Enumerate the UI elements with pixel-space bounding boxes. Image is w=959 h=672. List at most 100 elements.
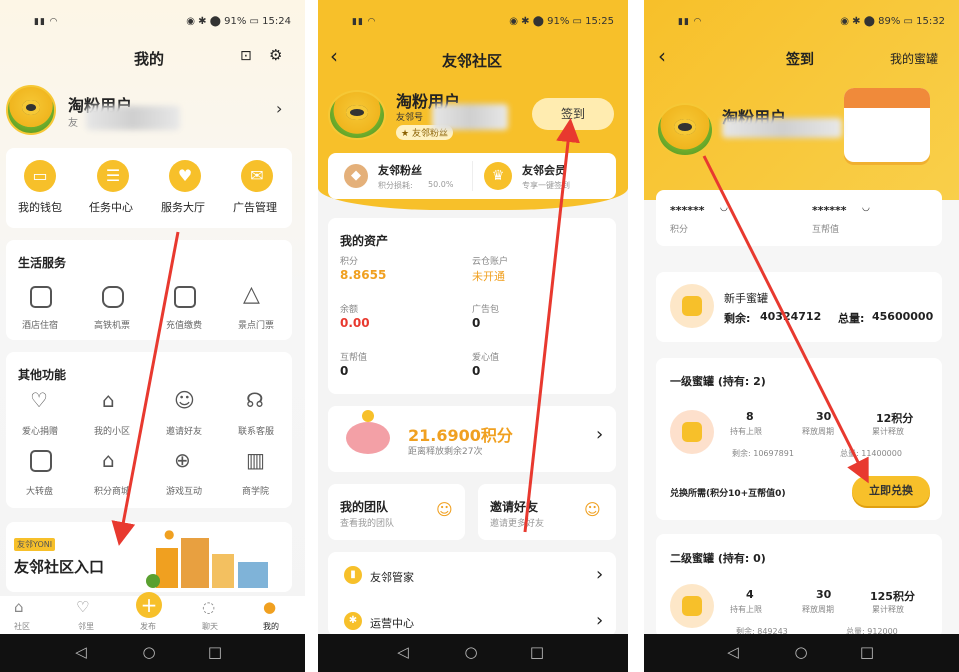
recents-nav-icon[interactable]: □ [528,643,546,661]
my-community-button[interactable]: 我的小区 [94,424,130,437]
lvl1-release-label: 累计释放 [872,427,904,436]
menu-butler[interactable]: 友邻管家 [370,569,414,585]
points-label: 积分 [670,225,689,235]
headset-icon: ☊ [246,388,264,412]
ad-management-button[interactable]: 广告管理 [233,199,277,215]
sign-in-button[interactable]: 签到 [532,98,614,130]
crown-icon: ♛ [484,162,512,190]
level2-sub: 专享一键签到 [522,181,570,190]
eye-toggle-icon[interactable]: ◡ [720,204,728,213]
level1-name: 友邻粉丝 [378,164,422,177]
newbie-title: 新手蜜罐 [724,292,768,305]
newbie-remain-label: 剩余: [724,312,751,325]
back-arrow-icon[interactable]: ‹ [330,46,338,66]
bottom-tab-bar: ⌂ 社区 ♡ 邻里 + 发布 ◌ 聊天 ● 我的 [0,592,305,634]
home-nav-icon[interactable]: ○ [140,643,158,661]
train-button[interactable]: 高铁机票 [94,318,130,331]
tab-my[interactable]: 我的 [263,621,279,632]
tab-publish[interactable]: 发布 [140,621,156,632]
recents-nav-icon[interactable]: □ [858,643,876,661]
life-service-card: 生活服务 △ 酒店住宿 高铁机票 充值缴费 景点门票 [6,240,292,340]
invite-card[interactable]: 邀请好友 邀请更多好友 ☺ [478,484,616,540]
piggy-bank-icon [346,422,390,454]
chevron-right-icon[interactable]: › [276,101,282,117]
avatar[interactable] [656,103,714,157]
back-nav-icon[interactable]: ◁ [72,643,90,661]
back-nav-icon[interactable]: ◁ [394,643,412,661]
ticket-button[interactable]: 景点门票 [238,318,274,331]
love-value: 0 [472,364,481,378]
donate-button[interactable]: 爱心捐赠 [22,424,58,437]
tab-neighbor[interactable]: 邻里 [78,621,94,632]
back-nav-icon[interactable]: ◁ [724,643,742,661]
clock: 15:24 [262,16,291,27]
task-icon: ☰ [97,160,129,192]
exchange-button[interactable]: 立即兑换 [852,476,930,506]
tab-community[interactable]: 社区 [14,621,30,632]
jar-shape [682,296,702,316]
avatar[interactable] [328,90,386,140]
recharge-button[interactable]: 充值缴费 [166,318,202,331]
shop-icon: ⌂ [102,448,115,472]
badge-label: 友邻粉丝 [411,129,448,139]
level1-rate: 50.0% [428,180,454,189]
eye-icon: ◉ ✱ ⬤ [840,16,879,27]
page-title: 我的 [134,50,165,68]
task-center-button[interactable]: 任务中心 [89,199,133,215]
lvl1-title: 一级蜜罐 (持有: 2) [670,375,766,388]
hotel-icon [30,286,52,308]
my-wallet-button[interactable]: 我的钱包 [18,199,62,215]
lvl1-release-value: 12积分 [876,412,914,425]
recents-nav-icon[interactable]: □ [206,643,224,661]
game-button[interactable]: 游戏互动 [166,484,202,497]
avatar[interactable] [6,85,56,135]
lvl1-total: 总量: 11400000 [840,449,902,458]
status-bar: ▮▮ ◠ ◉ ✱ ⬤ 91% ▭ 15:24 [0,0,305,36]
help-label: 互帮值 [340,353,368,363]
cloud-value[interactable]: 未开通 [472,268,505,284]
lvl2-cap-label: 持有上限 [730,605,762,614]
piggy-bank-card[interactable]: 21.6900积分 距离释放剩余27次 › [328,406,616,472]
gear-icon[interactable]: ⚙ [269,48,282,63]
heart-hands-icon: ♡ [30,388,48,412]
balance-value: 0.00 [340,316,370,330]
banner-title: 友邻社区入口 [14,558,105,576]
train-icon [102,286,124,308]
home-nav-icon[interactable]: ○ [792,643,810,661]
invite-friends-button[interactable]: 邀请好友 [166,424,202,437]
butler-icon: ▮ [344,566,362,584]
publish-plus-icon[interactable]: + [136,592,162,618]
customer-service-button[interactable]: 联系客服 [238,424,274,437]
invite-icon: ☺ [174,388,195,412]
menu-operation[interactable]: 运营中心 [370,615,414,631]
business-school-button[interactable]: 商学院 [242,484,269,497]
masked-info [86,106,180,130]
tab-chat[interactable]: 聊天 [202,621,218,632]
level2-name: 友邻会员 [522,164,566,177]
assets-card: 我的资产 积分 8.8655 云仓账户 未开通 余额 0.00 广告包 0 互帮… [328,218,616,394]
team-sub: 查看我的团队 [340,519,395,529]
battery-level: 89% [878,16,901,27]
phone-my-page: ▮▮ ◠ ◉ ✱ ⬤ 91% ▭ 15:24 我的 ⊡ ⚙ 淘粉用户 友 › ▭… [0,0,305,672]
points-mall-button[interactable]: 积分商城 [94,484,130,497]
community-entry-banner[interactable]: 友邻YONI 友邻社区入口 ● [6,522,292,592]
hotel-button[interactable]: 酒店住宿 [22,318,58,331]
lucky-wheel-button[interactable]: 大转盘 [26,484,53,497]
page-title: 签到 [786,52,814,68]
home-nav-icon[interactable]: ○ [462,643,480,661]
scan-icon[interactable]: ⊡ [240,49,252,63]
jar-shape [682,596,702,616]
service-hall-button[interactable]: 服务大厅 [161,199,205,215]
masked-info [722,118,842,138]
back-arrow-icon[interactable]: ‹ [658,46,666,66]
level-card: ◆ 友邻粉丝 积分损耗: 50.0% ♛ 友邻会员 专享一键签到 [328,153,616,199]
recharge-icon [174,286,196,308]
eye-toggle-icon[interactable]: ◡ [862,204,870,213]
sun-icon: ● [164,527,175,541]
battery-level: 91% [547,16,570,27]
invite-title: 邀请好友 [490,500,539,514]
my-team-card[interactable]: 我的团队 查看我的团队 ☺ [328,484,465,540]
my-honeypot-link[interactable]: 我的蜜罐 [890,50,938,67]
lvl2-title: 二级蜜罐 (持有: 0) [670,552,766,565]
help-label: 互帮值 [812,225,840,235]
